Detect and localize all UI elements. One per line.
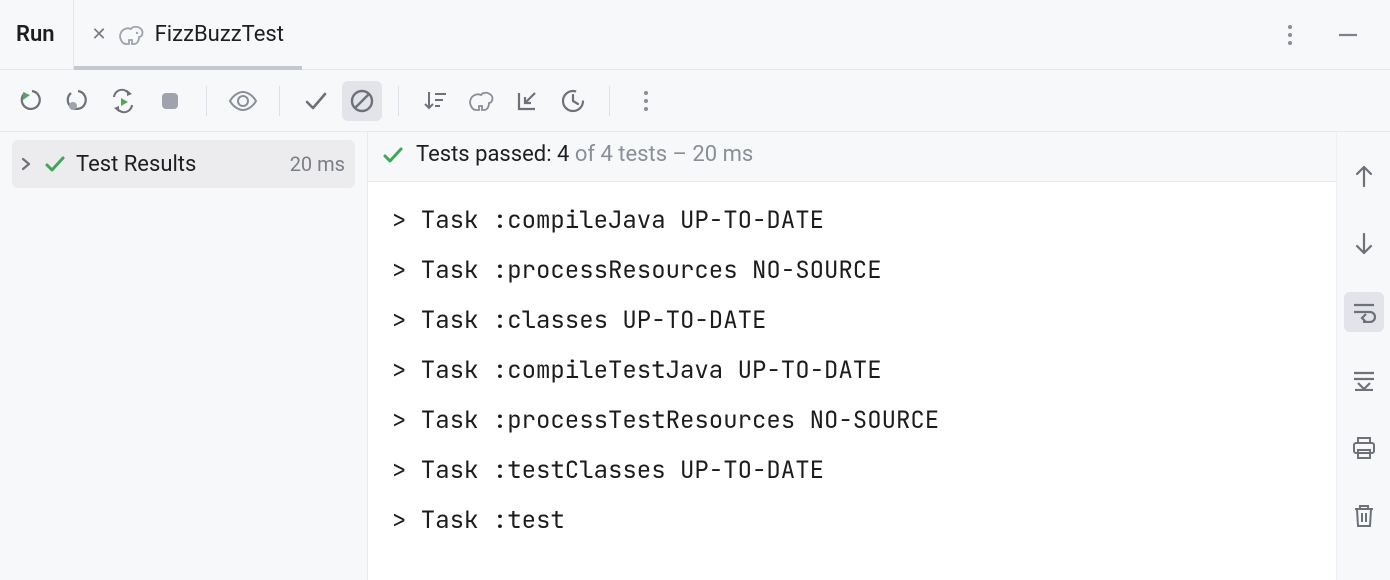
tree-root-duration: 20 ms [290,152,345,176]
test-toolbar [0,70,1390,132]
soft-wrap-icon[interactable] [1344,292,1384,332]
more-vertical-icon[interactable] [1274,19,1306,51]
tree-root-label: Test Results [76,152,196,177]
stop-icon[interactable] [150,81,190,121]
import-icon[interactable] [507,81,547,121]
separator [609,86,610,116]
close-icon[interactable]: ✕ [92,26,107,44]
status-count: 4 [557,142,569,167]
console-output[interactable]: > Task :compileJava UP-TO-DATE > Task :p… [368,182,1336,580]
sort-icon[interactable] [415,81,455,121]
run-tab[interactable]: ✕ FizzBuzzTest [74,0,302,69]
scroll-to-end-icon[interactable] [1344,360,1384,400]
chevron-right-icon [18,156,34,172]
status-prefix: Tests passed: [416,142,557,167]
test-tree: Test Results 20 ms [0,132,368,580]
separator [279,86,280,116]
more-vertical-icon[interactable] [626,81,666,121]
tab-bar: Run ✕ FizzBuzzTest [0,0,1390,70]
show-ignored-icon[interactable] [342,81,382,121]
show-pass-check-icon[interactable] [296,81,336,121]
arrow-down-icon[interactable] [1344,224,1384,264]
tab-label: FizzBuzzTest [155,22,284,47]
main-area: Test Results 20 ms Tests passed: 4 of 4 … [0,132,1390,580]
arrow-up-icon[interactable] [1344,156,1384,196]
toggle-auto-test-icon[interactable] [104,81,144,121]
check-icon [44,153,66,175]
gradle-icon[interactable] [461,81,501,121]
check-icon [382,144,404,166]
tab-bar-right [1274,19,1378,51]
show-passed-icon[interactable] [223,81,263,121]
gradle-elephant-icon [117,24,145,46]
print-icon[interactable] [1344,428,1384,468]
rerun-icon[interactable] [12,81,52,121]
console-gutter [1336,132,1390,580]
run-tool-window-title: Run [12,0,74,69]
status-text: Tests passed: 4 of 4 tests – 20 ms [416,142,753,167]
rerun-failed-icon[interactable] [58,81,98,121]
content-pane: Tests passed: 4 of 4 tests – 20 ms > Tas… [368,132,1390,580]
status-duration: 20 ms [692,142,753,167]
status-of: of 4 tests – [569,142,692,167]
separator [398,86,399,116]
test-status-bar: Tests passed: 4 of 4 tests – 20 ms [368,132,1336,182]
test-results-root[interactable]: Test Results 20 ms [12,140,355,188]
content-main: Tests passed: 4 of 4 tests – 20 ms > Tas… [368,132,1336,580]
minimize-icon[interactable] [1332,19,1364,51]
history-icon[interactable] [553,81,593,121]
trash-icon[interactable] [1344,496,1384,536]
separator [206,86,207,116]
